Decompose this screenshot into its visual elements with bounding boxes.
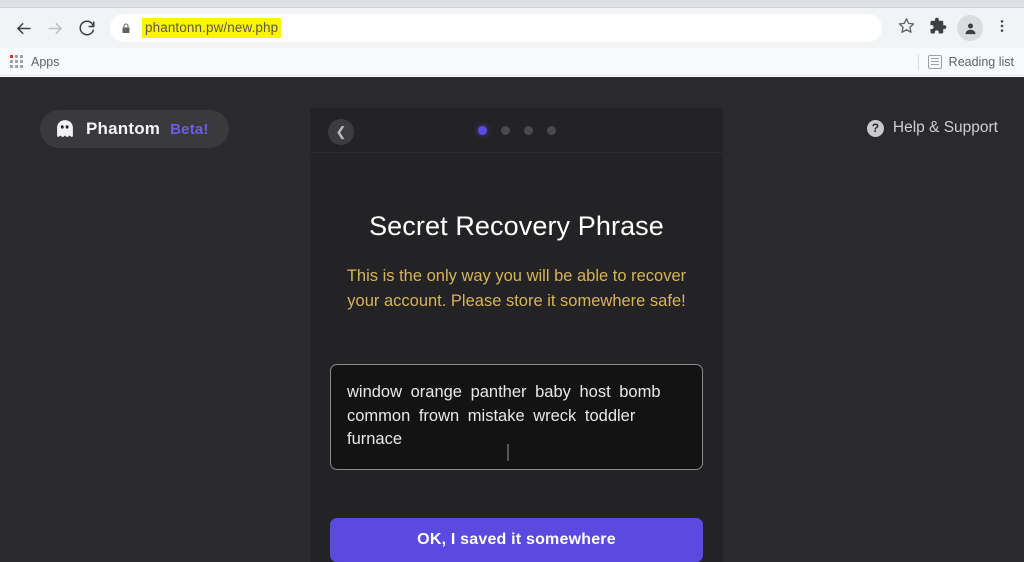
reading-list-button[interactable]: Reading list — [927, 54, 1014, 69]
extensions-button[interactable] — [924, 14, 952, 42]
help-label: Help & Support — [892, 119, 998, 136]
arrow-right-icon — [46, 19, 65, 38]
toolbar-actions — [892, 14, 1016, 42]
brand-name: Phantom — [86, 119, 161, 138]
step-dot-3[interactable] — [523, 126, 533, 135]
step-dot-2[interactable] — [500, 126, 510, 135]
browser-window: phantonn.pw/new.php Apps Reading list Ph… — [0, 0, 1024, 562]
bookmarks-bar: Apps Reading list — [0, 48, 1024, 76]
text-caret — [507, 443, 509, 461]
onboarding-card: ❮ Secret Recovery Phrase This is the onl… — [310, 108, 723, 562]
step-dot-1[interactable] — [477, 126, 487, 135]
warning-text: This is the only way you will be able to… — [346, 267, 687, 311]
bookmarks-bar-right: Reading list — [917, 53, 1014, 70]
star-icon — [898, 17, 915, 39]
arrow-left-icon — [14, 19, 33, 38]
brand-logo[interactable]: Phantom Beta! — [40, 110, 229, 148]
brand-beta-badge: Beta! — [170, 120, 209, 138]
reload-button[interactable] — [72, 13, 102, 43]
ghost-icon — [54, 119, 76, 139]
address-bar[interactable]: phantonn.pw/new.php — [110, 14, 882, 42]
apps-grid-icon — [10, 55, 23, 68]
divider — [917, 53, 919, 70]
apps-label: Apps — [31, 54, 60, 69]
reading-list-label: Reading list — [948, 54, 1014, 69]
puzzle-piece-icon — [929, 17, 947, 40]
help-and-support-link[interactable]: ? Help & Support — [866, 119, 998, 137]
browser-toolbar: phantonn.pw/new.php — [0, 8, 1024, 48]
confirm-saved-button[interactable]: OK, I saved it somewhere — [330, 517, 703, 562]
url-text[interactable]: phantonn.pw/new.php — [142, 18, 282, 38]
reading-list-icon — [927, 54, 942, 69]
tab-strip[interactable] — [0, 0, 1024, 8]
reload-icon — [78, 19, 96, 37]
step-dot-4[interactable] — [546, 126, 556, 135]
bookmark-star-button[interactable] — [892, 14, 920, 42]
browser-menu-button[interactable] — [988, 14, 1016, 42]
card-header: ❮ — [310, 108, 723, 154]
page-title: Secret Recovery Phrase — [369, 211, 664, 242]
seed-phrase-box[interactable]: window orange panther baby host bomb com… — [330, 364, 703, 470]
apps-shortcut[interactable]: Apps — [10, 55, 60, 69]
lock-icon — [120, 22, 132, 35]
seed-phrase-text: window orange panther baby host bomb com… — [347, 383, 661, 449]
page-content: Phantom Beta! ? Help & Support ❮ Secret … — [0, 77, 1024, 562]
question-circle-icon: ? — [866, 119, 884, 137]
forward-button[interactable] — [40, 13, 70, 43]
back-button[interactable] — [8, 13, 38, 43]
three-dot-menu-icon — [994, 18, 1010, 39]
avatar — [957, 15, 983, 41]
step-indicator — [310, 126, 723, 135]
profile-button[interactable] — [956, 14, 984, 42]
